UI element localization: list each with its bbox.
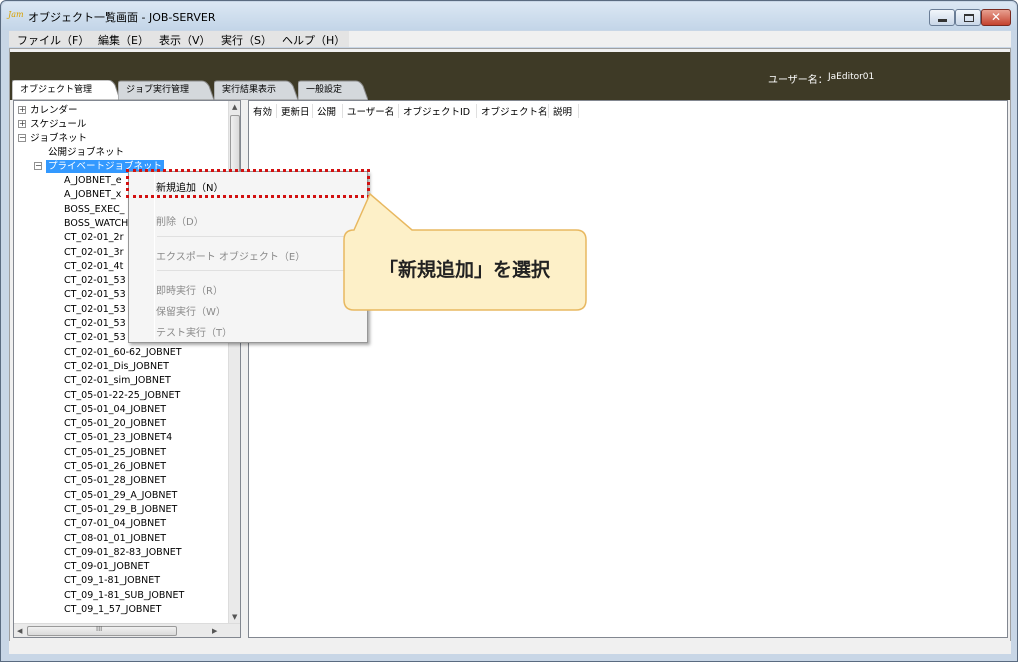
tab-object-management[interactable]: オブジェクト管理 xyxy=(12,80,120,100)
user-name-label: ユーザー名： xyxy=(768,75,828,86)
tree-node-jobnet-item[interactable]: CT_05-01_20_JOBNET xyxy=(64,417,166,430)
tree-node-jobnet-item[interactable]: CT_02-01_53 xyxy=(64,331,126,344)
close-icon: ✕ xyxy=(990,10,1002,24)
menu-run[interactable]: 実行（S） xyxy=(221,32,272,48)
tree-node-jobnet-item[interactable]: CT_09-01_JOBNET xyxy=(64,560,149,573)
scroll-up-icon[interactable]: ▲ xyxy=(232,103,237,111)
tree-node-jobnet-item[interactable]: CT_09_1-81_SUB_JOBNET xyxy=(64,589,184,602)
tab-label: 一般設定 xyxy=(306,85,343,95)
column-header-description[interactable]: 説明 xyxy=(549,104,579,118)
window-title: オブジェクト一覧画面 - JOB-SERVER xyxy=(28,11,216,24)
tree-node-jobnet-item[interactable]: CT_02-01_4t xyxy=(64,260,123,273)
menu-item-test-run[interactable]: テスト実行（T） xyxy=(156,324,232,339)
column-header-object-id[interactable]: オブジェクトID xyxy=(399,104,477,118)
menu-item-hold-run[interactable]: 保留実行（W） xyxy=(156,303,226,318)
column-header-updated[interactable]: 更新日 xyxy=(277,104,313,118)
tree-node-jobnet-item[interactable]: CT_09_1-81_JOBNET xyxy=(64,574,160,587)
tree-node-jobnet-item[interactable]: CT_02-01_sim_JOBNET xyxy=(64,374,171,387)
menu-help[interactable]: ヘルプ（H） xyxy=(282,32,345,48)
highlight-box xyxy=(126,169,370,198)
minimize-icon xyxy=(938,19,947,22)
content-area: ユーザー名： JaEditor01 オブジェクト管理 ジョブ実行管理 実行結果表… xyxy=(9,48,1011,654)
menu-view[interactable]: 表示（V） xyxy=(159,32,211,48)
tab-job-execution[interactable]: ジョブ実行管理 xyxy=(118,80,214,100)
tree-node-jobnet-item[interactable]: CT_09-01_82-83_JOBNET xyxy=(64,546,182,559)
collapse-icon[interactable]: − xyxy=(34,162,42,170)
tree-node-public-jobnet[interactable]: 公開ジョブネット xyxy=(48,146,124,159)
tab-label: ジョブ実行管理 xyxy=(126,85,190,95)
menu-item-export[interactable]: エクスポート オブジェクト（E） xyxy=(156,248,305,263)
maximize-button[interactable] xyxy=(955,9,981,26)
tree-node-jobnet-item[interactable]: A_JOBNET_e xyxy=(64,174,122,187)
menu-item-run-now[interactable]: 即時実行（R） xyxy=(156,282,223,297)
menu-separator xyxy=(157,236,365,237)
tree-node-jobnet-item[interactable]: BOSS_EXEC_ xyxy=(64,203,125,216)
tree-node-jobnet-item[interactable]: CT_05-01_25_JOBNET xyxy=(64,446,166,459)
tree-node-jobnet-item[interactable]: CT_08-01_01_JOBNET xyxy=(64,532,166,545)
menu-bar: ファイル（F） 編集（E） 表示（V） 実行（S） ヘルプ（H） xyxy=(9,31,1011,47)
grip-icon: III xyxy=(96,625,103,633)
tab-label: 実行結果表示 xyxy=(222,85,277,95)
status-bar xyxy=(9,641,1011,654)
close-button[interactable]: ✕ xyxy=(981,9,1011,26)
tree-node-jobnet-item[interactable]: CT_02-01_53 xyxy=(64,288,126,301)
tree-node-jobnet-item[interactable]: CT_02-01_53 xyxy=(64,274,126,287)
menu-separator xyxy=(157,270,365,271)
menu-item-delete[interactable]: 削除（D） xyxy=(156,213,204,228)
tree-node-jobnet-item[interactable]: CT_07-01_04_JOBNET xyxy=(64,517,166,530)
user-name-value: JaEditor01 xyxy=(828,72,875,82)
tree-node-jobnet-item[interactable]: CT_02-01_3r xyxy=(64,246,124,259)
scroll-left-icon[interactable]: ◀ xyxy=(17,627,22,635)
column-header-enabled[interactable]: 有効 xyxy=(249,104,277,118)
maximize-icon xyxy=(964,14,974,22)
tree-node-jobnet-item[interactable]: CT_05-01_29_A_JOBNET xyxy=(64,489,177,502)
scroll-right-icon[interactable]: ▶ xyxy=(212,627,217,635)
tree-node-jobnet-item[interactable]: BOSS_WATCH xyxy=(64,217,128,230)
tab-execution-results[interactable]: 実行結果表示 xyxy=(214,80,298,100)
tree-node-jobnet-item[interactable]: CT_02-01_60-62_JOBNET xyxy=(64,346,182,359)
expand-icon[interactable]: + xyxy=(18,106,26,114)
column-header-object-name[interactable]: オブジェクト名 xyxy=(477,104,549,118)
tree-horizontal-scrollbar[interactable]: ◀ III ▶ xyxy=(14,623,240,637)
column-header-public[interactable]: 公開 xyxy=(313,104,343,118)
tree-node-jobnet-item[interactable]: A_JOBNET_x xyxy=(64,188,121,201)
app-logo-icon: Jam xyxy=(8,10,24,19)
callout-text: 「新規追加」を選択 xyxy=(378,259,550,281)
tab-label: オブジェクト管理 xyxy=(20,85,93,95)
tree-node-jobnet-item[interactable]: CT_05-01_04_JOBNET xyxy=(64,403,166,416)
scroll-down-icon[interactable]: ▼ xyxy=(232,613,237,621)
tree-node-jobnet-item[interactable]: CT_09_1_57_JOBNET xyxy=(64,603,161,616)
column-header-username[interactable]: ユーザー名 xyxy=(343,104,399,118)
scroll-thumb[interactable]: III xyxy=(27,625,177,636)
tree-node-jobnet-item[interactable]: CT_05-01_29_B_JOBNET xyxy=(64,503,177,516)
tree-node-jobnet-item[interactable]: CT_05-01_26_JOBNET xyxy=(64,460,166,473)
collapse-icon[interactable]: − xyxy=(18,134,26,142)
tree-node-jobnet-item[interactable]: CT_02-01_53 xyxy=(64,317,126,330)
expand-icon[interactable]: + xyxy=(18,120,26,128)
tab-general-settings[interactable]: 一般設定 xyxy=(298,80,368,100)
minimize-button[interactable] xyxy=(929,9,955,26)
tree-node-jobnet-item[interactable]: CT_02-01_2r xyxy=(64,231,124,244)
tree-node-jobnet-item[interactable]: CT_05-01_23_JOBNET4 xyxy=(64,431,172,444)
tree-node-jobnet-item[interactable]: CT_02-01_53 xyxy=(64,303,126,316)
tree-node-jobnet-item[interactable]: CT_05-01-22-25_JOBNET xyxy=(64,389,180,402)
title-bar[interactable]: Jam オブジェクト一覧画面 - JOB-SERVER ✕ xyxy=(2,2,1016,30)
tree-node-jobnet-item[interactable]: CT_05-01_28_JOBNET xyxy=(64,474,166,487)
menu-file[interactable]: ファイル（F） xyxy=(17,32,89,48)
tree-node-jobnet-item[interactable]: CT_02-01_Dis_JOBNET xyxy=(64,360,169,373)
menu-edit[interactable]: 編集（E） xyxy=(98,32,149,48)
